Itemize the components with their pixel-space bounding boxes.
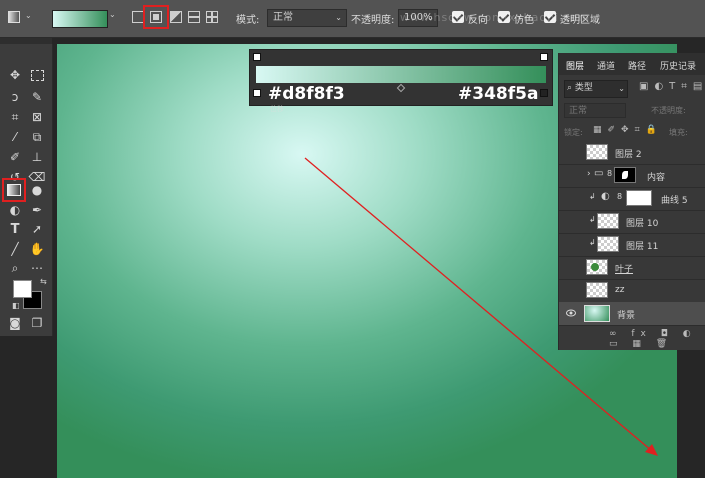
opacity-stop-left[interactable]: [253, 53, 261, 61]
layer-name: 图层 11: [626, 242, 659, 252]
layer-name: 叶子: [615, 265, 634, 275]
layer-name: 背景: [617, 311, 636, 321]
layer-name: 图层 2: [615, 150, 642, 160]
clip-arrow-icon: ↲: [589, 192, 596, 201]
layer-thumbnail: [597, 213, 619, 229]
end-color-hex: #348f5a: [458, 84, 539, 104]
start-color-hex: #d8f8f3: [268, 84, 345, 104]
adjustment-icon: ◐: [601, 191, 610, 202]
link-icon: 8: [607, 169, 613, 178]
layer-row[interactable]: zz: [559, 279, 705, 303]
lock-label: 锁定:: [564, 128, 583, 137]
layer-name: 图层 10: [626, 219, 659, 229]
mask-thumbnail: [614, 167, 636, 183]
layer-thumbnail: [586, 144, 608, 160]
search-icon: ⌕: [567, 83, 573, 93]
layer-filter-select[interactable]: ⌕ 类型 ⌄: [564, 80, 628, 98]
tab-layers[interactable]: 图层: [566, 59, 584, 72]
tab-channels[interactable]: 通道: [597, 59, 615, 72]
tab-paths[interactable]: 路径: [628, 59, 646, 72]
panel-tabs: 图层 通道 路径 历史记录: [559, 53, 705, 75]
folder-icon: ▭: [594, 168, 604, 179]
gradient-bar-popup: #d8f8f3 #348f5a: [249, 49, 553, 106]
layer-row[interactable]: 叶子: [559, 256, 705, 280]
layer-footer-icons[interactable]: ∞ fx ◘ ◐ ▭ ▦ 🗑: [609, 329, 705, 349]
clip-arrow-icon: ↲: [589, 238, 596, 247]
gradient-bar[interactable]: [256, 66, 546, 83]
blend-mode-value: 正常: [569, 106, 588, 116]
layers-panel: 图层 通道 路径 历史记录 ⌕ 类型 ⌄ ▣◐T⌗▤ 正常 不透明度: 锁定: …: [558, 53, 705, 350]
clip-arrow-icon: ↲: [589, 215, 596, 224]
layer-row[interactable]: › ▭ 8 内容: [559, 164, 705, 188]
layer-row[interactable]: 图层 2: [559, 141, 705, 165]
link-icon: 8: [617, 192, 623, 201]
chevron-down-icon: ⌄: [618, 84, 625, 93]
blend-mode-select[interactable]: 正常: [564, 103, 626, 118]
layer-opacity-label: 不透明度:: [651, 106, 686, 115]
layer-row-selected[interactable]: 背景: [559, 302, 705, 326]
midpoint-marker[interactable]: [396, 83, 406, 93]
layer-name: zz: [615, 285, 625, 295]
layer-filter-label: 类型: [574, 83, 593, 93]
chevron-right-icon[interactable]: ›: [587, 169, 591, 179]
canvas-right-gutter: [677, 44, 705, 53]
layer-row[interactable]: ↲ 图层 10: [559, 210, 705, 234]
layer-thumbnail: [584, 305, 610, 322]
layer-thumbnail: [597, 236, 619, 252]
opacity-stop-right[interactable]: [540, 53, 548, 61]
tab-history[interactable]: 历史记录: [660, 59, 696, 72]
eye-icon[interactable]: [566, 309, 576, 317]
layer-thumbnail: [586, 259, 608, 275]
fill-label: 填充:: [669, 128, 688, 137]
lock-icons[interactable]: ▦✐✥⌗🔒: [593, 125, 663, 135]
filter-icons: ▣◐T⌗▤: [639, 81, 705, 92]
layer-row[interactable]: ↲ 图层 11: [559, 233, 705, 257]
color-stop-left[interactable]: [253, 89, 261, 97]
layer-thumbnail: [586, 282, 608, 298]
mask-thumbnail: [626, 190, 652, 206]
layer-name: 曲线 5: [661, 196, 688, 206]
color-stop-right[interactable]: [540, 89, 548, 97]
layer-name: 内容: [647, 173, 666, 183]
layer-row[interactable]: ↲ ◐ 8 曲线 5: [559, 187, 705, 211]
faint-label: 位移: [270, 105, 284, 113]
